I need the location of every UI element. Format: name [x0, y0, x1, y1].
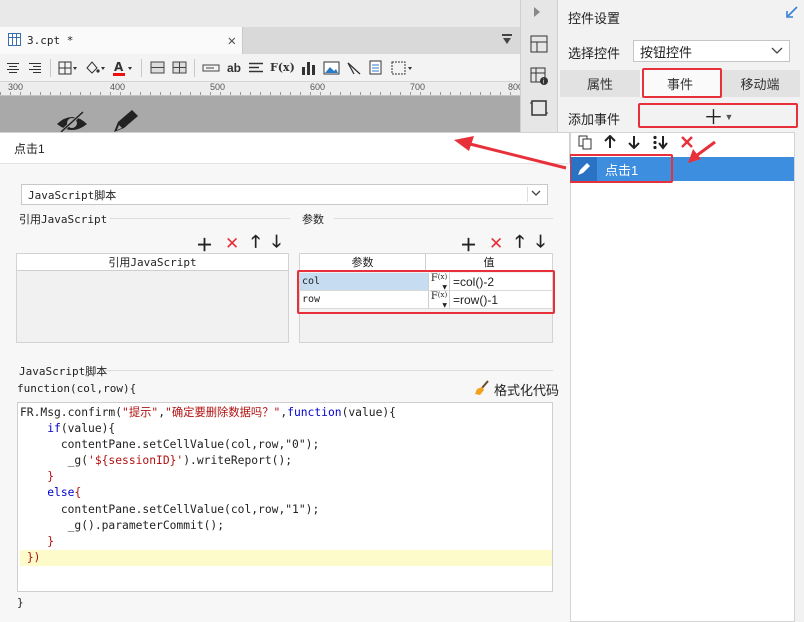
annotation-arrows — [454, 136, 716, 170]
